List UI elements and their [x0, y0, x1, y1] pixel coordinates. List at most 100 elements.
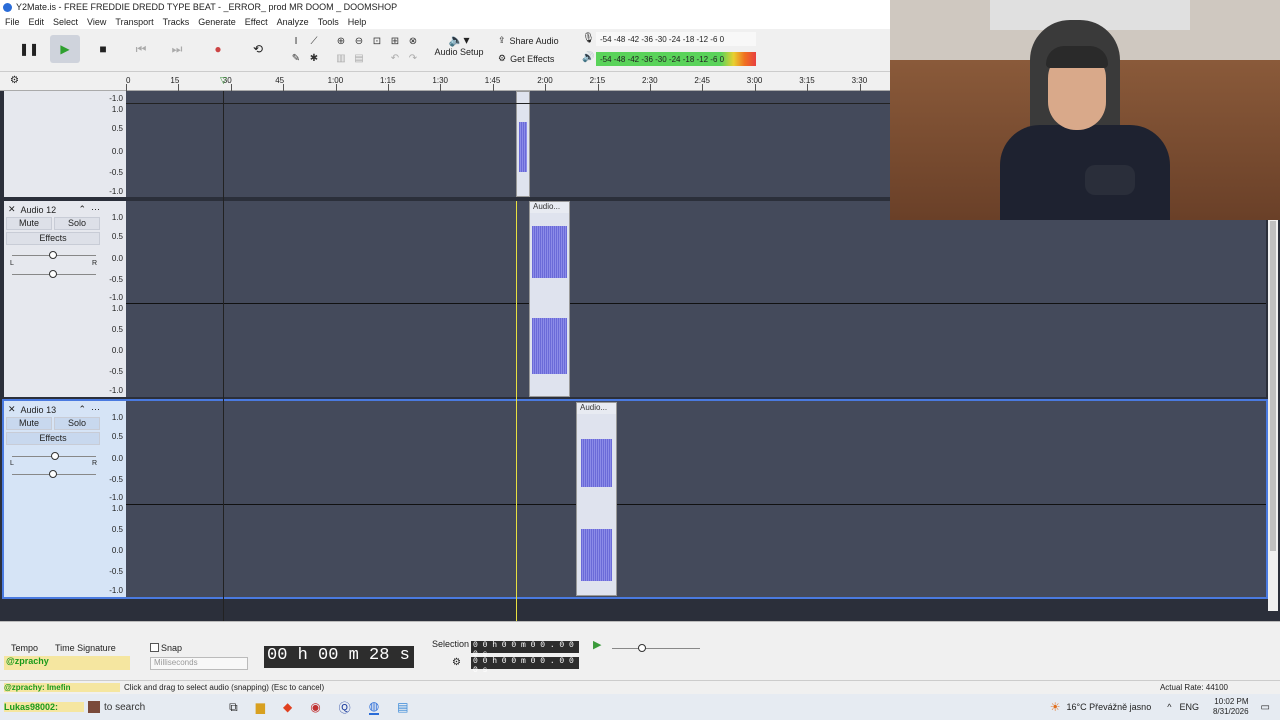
file-explorer-icon[interactable]: ▆: [256, 700, 265, 714]
menu-view[interactable]: View: [87, 17, 106, 27]
play-start-marker-icon[interactable]: ▽: [220, 75, 227, 86]
mic-icon: 🎙: [582, 33, 595, 44]
effects-button[interactable]: Effects: [6, 232, 100, 245]
clip-title[interactable]: Audio...: [530, 202, 569, 213]
menu-transport[interactable]: Transport: [115, 17, 153, 27]
close-track-icon[interactable]: ✕: [8, 204, 16, 215]
tray-chevron-icon[interactable]: ^: [1167, 702, 1171, 712]
timeline-ruler[interactable]: ⚙ 0 15 30 45 1:00 1:15 1:30 1:45 2:00 2:15 2:30 2:4…: [0, 72, 890, 91]
trim-button[interactable]: ▥: [333, 50, 349, 66]
menu-tools[interactable]: Tools: [318, 17, 339, 27]
fit-selection-button[interactable]: ⊡: [369, 33, 385, 49]
envelope-tool[interactable]: ⟋: [306, 33, 322, 49]
select-tool[interactable]: I: [288, 33, 304, 49]
fit-project-button[interactable]: ⊞: [387, 33, 403, 49]
audio-setup-button[interactable]: 🔈▾ Audio Setup: [432, 33, 486, 67]
gain-slider-thumb[interactable]: [51, 452, 59, 460]
zoom-out-button[interactable]: ⊖: [351, 33, 367, 49]
pan-slider-thumb[interactable]: [49, 270, 57, 278]
snap-checkbox[interactable]: [150, 643, 159, 652]
scale-label: -0.5: [109, 367, 123, 376]
zoom-in-button[interactable]: ⊕: [333, 33, 349, 49]
selection-settings-icon[interactable]: ⚙: [452, 657, 461, 668]
solo-button[interactable]: Solo: [54, 417, 100, 430]
menu-file[interactable]: File: [5, 17, 20, 27]
audio-clip-audio-13[interactable]: Audio...: [576, 402, 617, 596]
task-view-icon[interactable]: ⧉: [229, 700, 238, 715]
share-audio-button[interactable]: ⇪ Share Audio: [498, 33, 564, 48]
snap-unit-select[interactable]: Milliseconds: [150, 657, 248, 670]
mute-button[interactable]: Mute: [6, 417, 52, 430]
zoom-toggle-button[interactable]: ⊗: [405, 33, 421, 49]
get-effects-button[interactable]: ⚙ Get Effects: [498, 51, 564, 66]
selection-end[interactable]: 0 0 h 0 0 m 0 0 . 0 0 0 s: [471, 657, 579, 675]
brave-browser-icon[interactable]: ◆: [283, 700, 292, 714]
selection-start[interactable]: 0 0 h 0 0 m 0 0 . 0 0 0 s: [471, 641, 579, 659]
pan-slider-thumb[interactable]: [49, 470, 57, 478]
time-display[interactable]: 00 h 00 m 28 s: [264, 646, 414, 668]
track-menu-icon[interactable]: ⋯: [91, 204, 100, 215]
app-icon-q[interactable]: Ⓠ: [339, 699, 351, 716]
play-at-speed-button[interactable]: ▶: [593, 638, 601, 651]
recorder-app-icon[interactable]: ◉: [310, 700, 320, 714]
ruler-tick-label: 1:30: [432, 76, 448, 85]
effects-button[interactable]: Effects: [6, 432, 100, 445]
menu-effect[interactable]: Effect: [245, 17, 268, 27]
pause-button[interactable]: ❚❚: [14, 35, 44, 63]
silence-button[interactable]: ▤: [351, 50, 367, 66]
skip-start-button[interactable]: ⏮: [126, 35, 156, 63]
audio-clip-audio-12[interactable]: Audio...: [529, 201, 570, 397]
playhead-line[interactable]: [516, 201, 517, 621]
menu-generate[interactable]: Generate: [198, 17, 236, 27]
track-panel-previous[interactable]: [4, 91, 104, 197]
waveform: [581, 439, 612, 487]
clock[interactable]: 10:02 PM 8/31/2026: [1213, 697, 1249, 717]
scale-label: -0.5: [109, 475, 123, 484]
audacity-taskbar-icon[interactable]: ◍: [368, 699, 380, 715]
search-box[interactable]: to search: [104, 702, 145, 713]
get-effects-label: Get Effects: [510, 53, 555, 64]
weather-text[interactable]: 16°C Převážně jasno: [1067, 702, 1152, 712]
track-panel-audio-13[interactable]: ✕ Audio 13 ⌃ ⋯ Mute Solo Effects L R: [4, 401, 104, 597]
menu-edit[interactable]: Edit: [29, 17, 45, 27]
solo-button[interactable]: Solo: [54, 217, 100, 230]
track-name[interactable]: Audio 13: [21, 405, 74, 415]
draw-tool[interactable]: ✎: [288, 50, 304, 66]
menu-analyze[interactable]: Analyze: [277, 17, 309, 27]
playback-speed-slider[interactable]: [612, 648, 700, 649]
menu-tracks[interactable]: Tracks: [163, 17, 190, 27]
stop-button[interactable]: ■: [88, 35, 118, 63]
track-lane-previous[interactable]: [126, 91, 890, 197]
track-name[interactable]: Audio 12: [21, 205, 74, 215]
notes-app-icon[interactable]: ▤: [397, 700, 408, 714]
record-meter[interactable]: -54 -48 -42 -36 -30 -24 -18 -12 -6 0: [596, 32, 756, 46]
record-button[interactable]: ●: [203, 35, 233, 63]
language-indicator[interactable]: ENG: [1179, 702, 1199, 712]
menu-select[interactable]: Select: [53, 17, 78, 27]
multi-tool[interactable]: ✱: [306, 50, 322, 66]
close-track-icon[interactable]: ✕: [8, 404, 16, 415]
playback-meter[interactable]: -54 -48 -42 -36 -30 -24 -18 -12 -6 0: [596, 52, 756, 66]
playback-speed-thumb[interactable]: [638, 644, 646, 652]
skip-end-button[interactable]: ⏭: [162, 35, 192, 63]
mute-button[interactable]: Mute: [6, 217, 52, 230]
menu-help[interactable]: Help: [348, 17, 367, 27]
collapse-track-icon[interactable]: ⌃: [78, 404, 86, 415]
notifications-icon[interactable]: ▭: [1261, 702, 1270, 713]
track-lane-audio-13[interactable]: [126, 401, 1266, 597]
audio-clip[interactable]: [516, 91, 530, 197]
play-button[interactable]: ▶: [50, 35, 80, 63]
gain-slider-thumb[interactable]: [49, 251, 57, 259]
ruler-settings-icon[interactable]: ⚙: [10, 75, 19, 86]
loop-button[interactable]: ⟲: [243, 35, 273, 63]
clip-title[interactable]: Audio...: [577, 403, 616, 414]
track-scale-audio-13: 1.0 0.5 0.0 -0.5 -1.0 1.0 0.5 0.0 -0.5 -…: [104, 401, 126, 597]
undo-button[interactable]: ↶: [387, 50, 403, 66]
collapse-track-icon[interactable]: ⌃: [78, 204, 86, 215]
vertical-scrollbar-thumb[interactable]: [1270, 221, 1276, 551]
ruler-tick-label: 2:30: [642, 76, 658, 85]
track-panel-audio-12[interactable]: ✕ Audio 12 ⌃ ⋯ Mute Solo Effects L R: [4, 201, 104, 397]
track-menu-icon[interactable]: ⋯: [91, 404, 100, 415]
redo-button[interactable]: ↷: [405, 50, 421, 66]
track-lane-audio-12[interactable]: [126, 201, 1266, 397]
